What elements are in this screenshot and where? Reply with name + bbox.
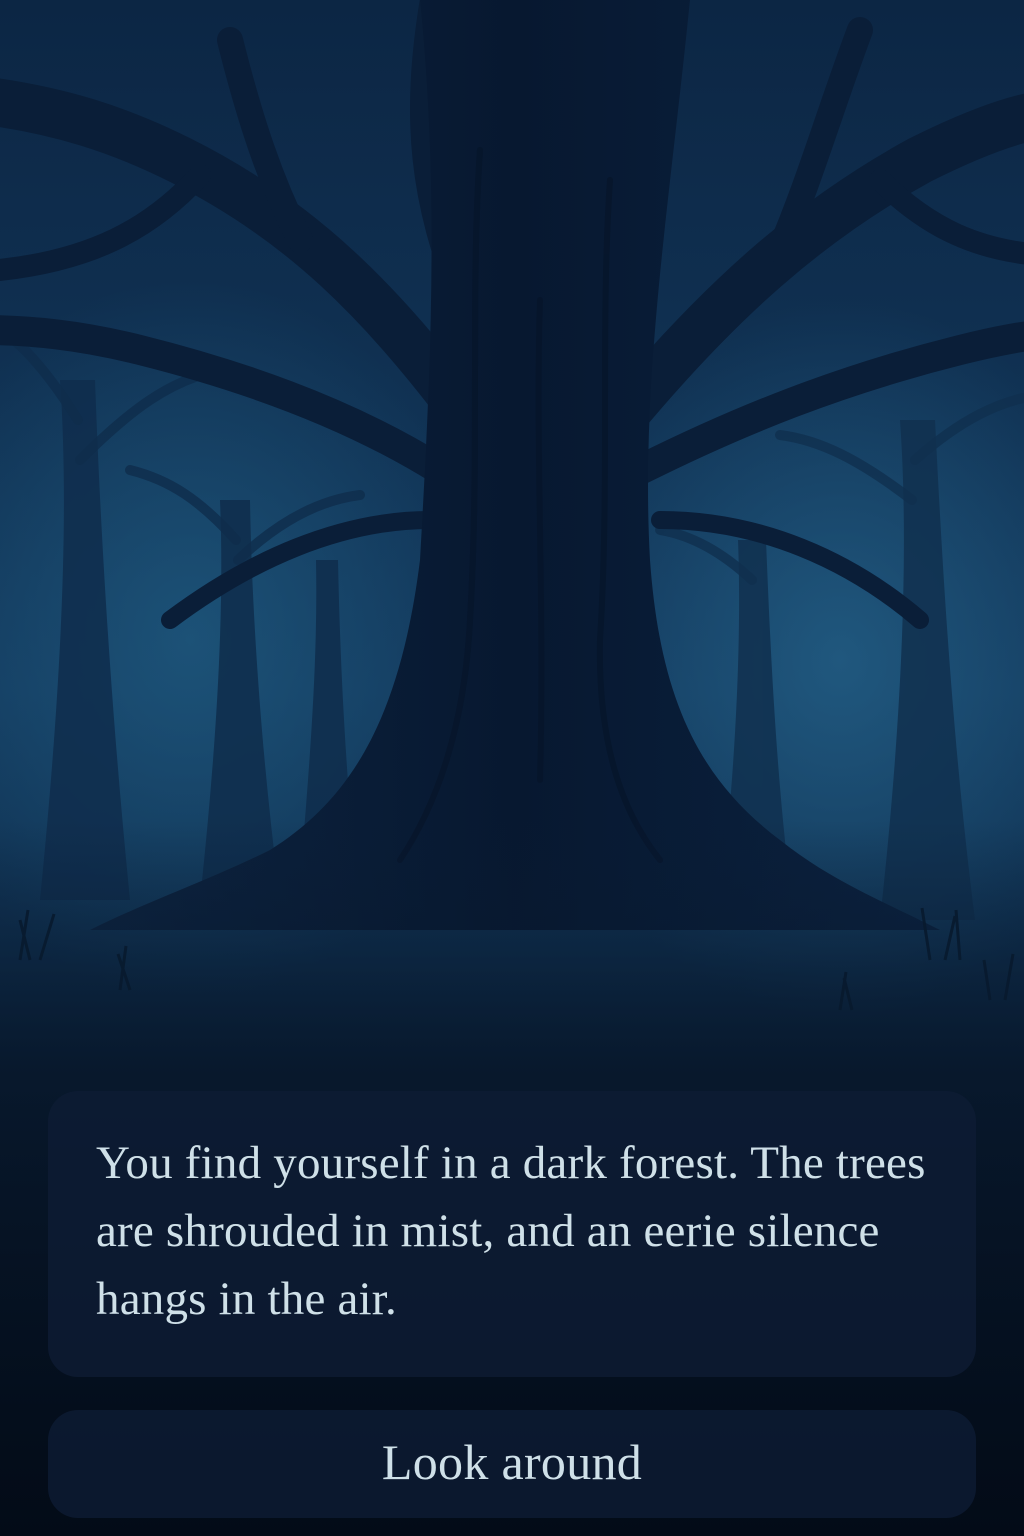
narration-text: You find yourself in a dark forest. The … xyxy=(96,1137,926,1325)
narration-panel: You find yourself in a dark forest. The … xyxy=(48,1091,976,1377)
look-around-button[interactable]: Look around xyxy=(48,1410,976,1518)
choice-label: Look around xyxy=(381,1434,643,1490)
game-screen: You find yourself in a dark forest. The … xyxy=(0,0,1024,1536)
